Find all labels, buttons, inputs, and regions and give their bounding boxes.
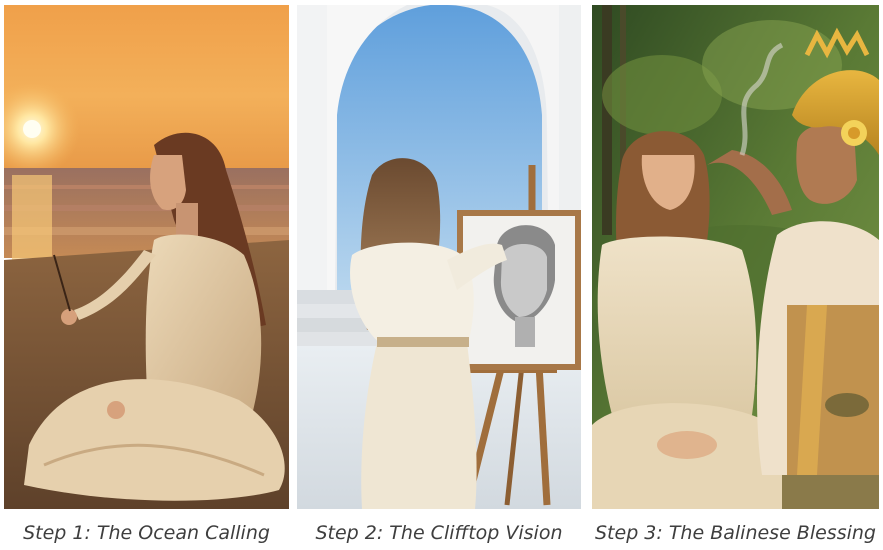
ocean-sunset-photo bbox=[4, 5, 289, 509]
caption-step-1: Step 1: The Ocean Calling bbox=[23, 522, 270, 544]
caption-step-3: Step 3: The Balinese Blessing bbox=[595, 522, 876, 544]
balinese-blessing-photo bbox=[592, 5, 879, 509]
caption-step-2: Step 2: The Clifftop Vision bbox=[315, 522, 563, 544]
clifftop-easel-photo bbox=[297, 5, 581, 509]
